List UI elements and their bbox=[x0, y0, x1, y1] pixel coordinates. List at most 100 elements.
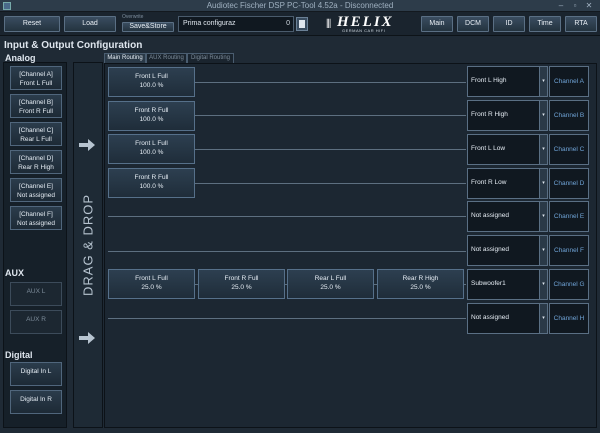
channel-label-e: Channel E bbox=[549, 201, 589, 232]
nav-rta-button[interactable]: RTA bbox=[565, 16, 597, 32]
analog-input-d[interactable]: [Channel D] Rear R High bbox=[10, 150, 62, 174]
minimize-icon[interactable]: – bbox=[556, 2, 566, 10]
dropdown-arrow-icon[interactable]: ▾ bbox=[539, 270, 547, 299]
analog-input-name: Front L Full bbox=[19, 80, 53, 87]
analog-input-channel: [Channel C] bbox=[18, 127, 54, 134]
save-store-button[interactable]: Save&Store bbox=[122, 22, 174, 32]
output-value: Not assigned bbox=[471, 212, 509, 219]
slot-source-name: Front L Full bbox=[135, 275, 168, 282]
routing-source-slot[interactable]: Rear L Full 25.0 % bbox=[287, 269, 374, 299]
nav-main-button[interactable]: Main bbox=[421, 16, 453, 32]
page-title: Input & Output Configuration bbox=[4, 40, 143, 51]
slot-source-name: Front L Full bbox=[135, 73, 168, 80]
slot-source-name: Rear R High bbox=[402, 275, 439, 282]
channel-label-h: Channel H bbox=[549, 303, 589, 334]
load-button[interactable]: Load bbox=[64, 16, 116, 32]
slot-level: 25.0 % bbox=[410, 284, 431, 291]
routing-source-slot[interactable]: Front R Full 100.0 % bbox=[108, 168, 195, 198]
channel-label-c: Channel C bbox=[549, 134, 589, 165]
nav-time-button[interactable]: Time bbox=[529, 16, 561, 32]
digital-input-l[interactable]: Digital In L bbox=[10, 362, 62, 386]
nav-dcm-button[interactable]: DCM bbox=[457, 16, 489, 32]
dropdown-arrow-icon[interactable]: ▾ bbox=[539, 67, 547, 96]
slot-source-name: Rear L Full bbox=[314, 275, 347, 282]
analog-input-channel: [Channel B] bbox=[19, 99, 53, 106]
drag-drop-label: DRAG & DROP bbox=[80, 193, 96, 297]
preset-number: 0 bbox=[286, 20, 290, 27]
output-select-b[interactable]: Front R High ▾ bbox=[467, 100, 548, 131]
output-select-g[interactable]: Subwoofer1 ▾ bbox=[467, 269, 548, 300]
analog-input-f[interactable]: [Channel F] Not assigned bbox=[10, 206, 62, 230]
analog-input-name: Not assigned bbox=[17, 192, 55, 199]
analog-input-name: Not assigned bbox=[17, 220, 55, 227]
tab-main-routing[interactable]: Main Routing bbox=[104, 53, 146, 63]
aux-input-r[interactable]: AUX R bbox=[10, 310, 62, 334]
analog-input-b[interactable]: [Channel B] Front R Full bbox=[10, 94, 62, 118]
routing-source-slot[interactable]: Rear R High 25.0 % bbox=[377, 269, 464, 299]
analog-title: Analog bbox=[5, 53, 36, 63]
slot-source-name: Front R Full bbox=[224, 275, 259, 282]
aux-title: AUX bbox=[5, 268, 25, 278]
slot-level: 100.0 % bbox=[139, 82, 164, 89]
logo-tagline: GERMAN CAR HIFI bbox=[342, 28, 386, 33]
dropdown-arrow-icon[interactable]: ▾ bbox=[539, 135, 547, 164]
channel-label-b: Channel B bbox=[549, 100, 589, 131]
reset-button[interactable]: Reset bbox=[4, 16, 60, 32]
maximize-icon[interactable]: ▫ bbox=[570, 2, 580, 10]
output-select-e[interactable]: Not assigned ▾ bbox=[467, 201, 548, 232]
aux-input-l[interactable]: AUX L bbox=[10, 282, 62, 306]
analog-input-channel: [Channel D] bbox=[18, 155, 54, 162]
routing-source-slot[interactable]: Front R Full 25.0 % bbox=[198, 269, 285, 299]
arrow-right-icon bbox=[79, 332, 95, 344]
slot-level: 100.0 % bbox=[139, 183, 164, 190]
channel-label-f: Channel F bbox=[549, 235, 589, 266]
close-icon[interactable]: ✕ bbox=[584, 2, 594, 10]
slot-level: 25.0 % bbox=[320, 284, 341, 291]
analog-input-name: Rear R High bbox=[18, 164, 54, 171]
analog-input-c[interactable]: [Channel C] Rear L Full bbox=[10, 122, 62, 146]
title-bar: Audiotec Fischer DSP PC-Tool 4.52a - Dis… bbox=[0, 0, 600, 12]
digital-title: Digital bbox=[5, 350, 33, 360]
analog-input-name: Front R Full bbox=[19, 108, 53, 115]
analog-input-e[interactable]: [Channel E] Not assigned bbox=[10, 178, 62, 202]
routing-source-slot[interactable]: Front L Full 25.0 % bbox=[108, 269, 195, 299]
routing-source-slot[interactable]: Front L Full 100.0 % bbox=[108, 134, 195, 164]
preset-name-field[interactable]: Prima configuraz 0 bbox=[178, 16, 294, 32]
channel-label-g: Channel G bbox=[549, 269, 589, 300]
output-select-h[interactable]: Not assigned ▾ bbox=[467, 303, 548, 334]
output-select-d[interactable]: Front R Low ▾ bbox=[467, 168, 548, 199]
helix-mark-icon: ⦀ bbox=[326, 17, 332, 31]
arrow-right-icon bbox=[79, 139, 95, 151]
output-select-a[interactable]: Front L High ▾ bbox=[467, 66, 548, 97]
tab-digital-routing[interactable]: Digital Routing bbox=[187, 53, 234, 63]
dropdown-arrow-icon[interactable]: ▾ bbox=[539, 101, 547, 130]
output-select-c[interactable]: Front L Low ▾ bbox=[467, 134, 548, 165]
dropdown-arrow-icon[interactable]: ▾ bbox=[539, 304, 547, 333]
nav-id-button[interactable]: ID bbox=[493, 16, 525, 32]
dropdown-arrow-icon[interactable]: ▾ bbox=[539, 236, 547, 265]
analog-input-channel: [Channel A] bbox=[19, 71, 53, 78]
tab-aux-routing[interactable]: AUX Routing bbox=[146, 53, 187, 63]
preset-name: Prima configuraz bbox=[183, 20, 236, 27]
document-icon[interactable] bbox=[296, 17, 308, 31]
output-value: Not assigned bbox=[471, 314, 509, 321]
channel-label-a: Channel A bbox=[549, 66, 589, 97]
toolbar: Reset Load Overwrite Save&Store Prima co… bbox=[0, 12, 600, 36]
output-value: Front L Low bbox=[471, 145, 506, 152]
helix-logo: ⦀ HELIX GERMAN CAR HIFI bbox=[325, 14, 397, 34]
output-select-f[interactable]: Not assigned ▾ bbox=[467, 235, 548, 266]
overwrite-label: Overwrite bbox=[122, 14, 144, 20]
analog-input-channel: [Channel F] bbox=[19, 211, 53, 218]
dropdown-arrow-icon[interactable]: ▾ bbox=[539, 202, 547, 231]
routing-line-f bbox=[108, 251, 466, 252]
output-value: Subwoofer1 bbox=[471, 280, 506, 287]
output-value: Front R High bbox=[471, 111, 508, 118]
dropdown-arrow-icon[interactable]: ▾ bbox=[539, 169, 547, 198]
digital-input-r[interactable]: Digital In R bbox=[10, 390, 62, 414]
routing-source-slot[interactable]: Front R Full 100.0 % bbox=[108, 101, 195, 131]
output-value: Front R Low bbox=[471, 179, 507, 186]
routing-source-slot[interactable]: Front L Full 100.0 % bbox=[108, 67, 195, 97]
slot-level: 100.0 % bbox=[139, 149, 164, 156]
analog-input-channel: [Channel E] bbox=[19, 183, 53, 190]
analog-input-a[interactable]: [Channel A] Front L Full bbox=[10, 66, 62, 90]
